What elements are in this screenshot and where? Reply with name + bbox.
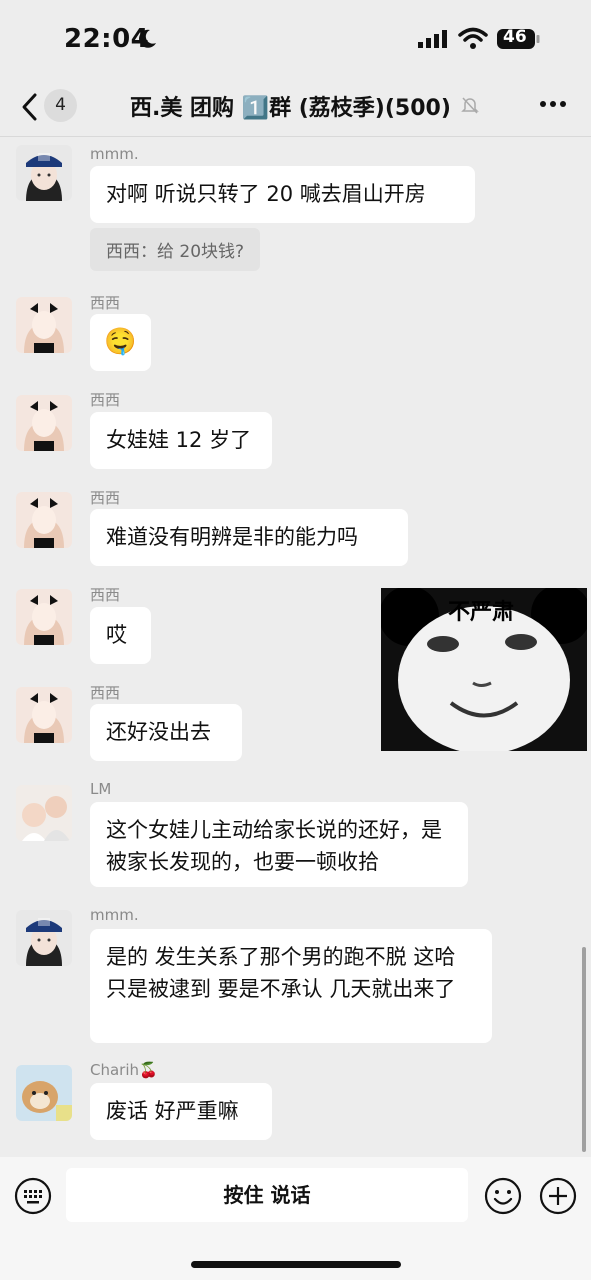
- chat-header: 4 西.美 团购 1️⃣群 (荔枝季)(500): [0, 80, 591, 137]
- avatar[interactable]: [16, 297, 72, 353]
- avatar[interactable]: [16, 910, 72, 966]
- avatar[interactable]: [16, 145, 72, 201]
- sender-name: mmm.: [90, 906, 139, 924]
- emoji-icon[interactable]: [484, 1177, 522, 1215]
- keyboard-icon[interactable]: [14, 1177, 52, 1215]
- message-bubble[interactable]: 哎: [90, 607, 151, 664]
- more-icon[interactable]: [538, 94, 568, 114]
- avatar[interactable]: [16, 1065, 72, 1121]
- message-bubble[interactable]: 是的 发生关系了那个男的跑不脱 这哈只是被逮到 要是不承认 几天就出来了: [90, 929, 492, 1043]
- sender-name: 西西: [90, 684, 121, 702]
- sticker-caption: 不严肃: [447, 600, 514, 625]
- input-bar: 按住 说话: [0, 1157, 591, 1280]
- sender-name: 西西: [90, 586, 121, 604]
- chat-title[interactable]: 西.美 团购 1️⃣群 (荔枝季)(500): [130, 90, 460, 122]
- message-bubble[interactable]: 🤤: [90, 314, 151, 371]
- plus-icon[interactable]: [539, 1177, 577, 1215]
- sender-name: 西西: [90, 294, 121, 312]
- message-bubble[interactable]: 这个女娃儿主动给家长说的还好，是被家长发现的，也要一顿收拾: [90, 802, 468, 887]
- scrollbar[interactable]: [582, 947, 586, 1152]
- avatar[interactable]: [16, 395, 72, 451]
- sticker-image[interactable]: 不严肃: [381, 588, 587, 751]
- avatar[interactable]: [16, 589, 72, 645]
- status-bar: 22:04 46: [0, 0, 591, 80]
- avatar[interactable]: [16, 785, 72, 841]
- avatar[interactable]: [16, 687, 72, 743]
- unread-badge[interactable]: 4: [44, 89, 77, 122]
- message-bubble[interactable]: 还好没出去: [90, 704, 242, 761]
- sender-name: 西西: [90, 391, 121, 409]
- moon-icon: [139, 29, 156, 48]
- mute-bell-icon: [461, 97, 479, 114]
- message-bubble[interactable]: 女娃娃 12 岁了: [90, 412, 272, 469]
- sender-name: 西西: [90, 489, 121, 507]
- message-bubble[interactable]: 废话 好严重嘛: [90, 1083, 272, 1140]
- wifi-icon: [458, 27, 488, 49]
- message-bubble[interactable]: 难道没有明辨是非的能力吗: [90, 509, 408, 566]
- sender-name: mmm.: [90, 145, 139, 163]
- signal-icon: [418, 30, 447, 48]
- back-icon[interactable]: [18, 92, 42, 122]
- avatar[interactable]: [16, 492, 72, 548]
- quoted-message[interactable]: 西西：给 20块钱?: [90, 228, 261, 271]
- battery-level: 46: [503, 27, 527, 47]
- sender-name: Charih🍒: [90, 1061, 158, 1079]
- home-indicator: [191, 1261, 401, 1268]
- message-list[interactable]: mmm. 对啊 听说只转了 20 喊去眉山开房 西西：给 20块钱? 西西 🤤 …: [0, 137, 591, 1157]
- message-bubble[interactable]: 对啊 听说只转了 20 喊去眉山开房: [90, 166, 475, 223]
- hold-to-talk-button[interactable]: 按住 说话: [66, 1168, 468, 1222]
- sender-name: LM: [90, 780, 112, 798]
